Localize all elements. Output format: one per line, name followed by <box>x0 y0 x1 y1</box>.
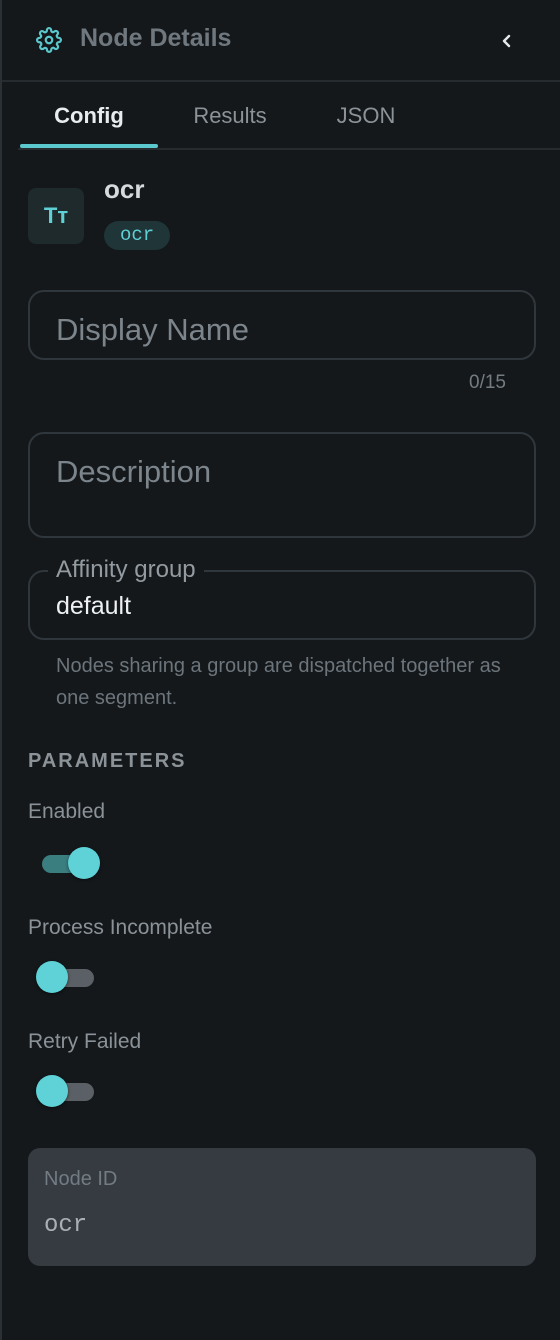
node-id-label: Node ID <box>44 1168 118 1190</box>
display-name-placeholder: Display Name <box>56 312 249 347</box>
chevron-left-icon <box>502 34 511 48</box>
tab-results[interactable]: Results <box>168 84 292 148</box>
tab-json[interactable]: JSON <box>306 84 426 148</box>
node-type-badge: ocr <box>104 221 171 250</box>
param-label-retry-failed: Retry Failed <box>28 1030 142 1053</box>
node-id-value: ocr <box>44 1212 88 1239</box>
param-label-enabled: Enabled <box>28 800 106 823</box>
description-placeholder: Description <box>56 454 212 489</box>
toggle-thumb <box>36 1075 68 1107</box>
node-name: ocr <box>104 174 145 204</box>
toggle-thumb <box>68 847 100 879</box>
gear-icon <box>36 27 62 53</box>
toggle-thumb <box>36 961 68 993</box>
enabled-toggle[interactable] <box>36 846 100 882</box>
collapse-button[interactable] <box>492 26 522 56</box>
text-type-icon: Tт <box>28 188 84 244</box>
param-label-process-incomplete: Process Incomplete <box>28 916 213 939</box>
display-name-field[interactable]: Display Name <box>28 290 536 360</box>
affinity-group-helper: Nodes sharing a group are dispatched tog… <box>56 655 501 709</box>
affinity-group-label: Affinity group <box>48 556 204 584</box>
panel-header: Node Details <box>2 0 560 82</box>
retry-failed-toggle[interactable] <box>36 1074 100 1110</box>
description-field[interactable]: Description <box>28 432 536 538</box>
display-name-counter: 0/15 <box>469 372 506 393</box>
tab-bar: Config Results JSON <box>18 84 560 150</box>
affinity-group-value: default <box>56 592 132 620</box>
tab-config[interactable]: Config <box>18 84 160 148</box>
active-tab-indicator <box>20 144 158 148</box>
process-incomplete-toggle[interactable] <box>36 960 100 996</box>
node-details-panel: Node Details Config Results JSON Tт ocr … <box>0 0 560 1340</box>
panel-title: Node Details <box>80 24 232 52</box>
parameters-heading: PARAMETERS <box>28 750 187 772</box>
affinity-group-field[interactable]: Affinity group default <box>28 556 536 640</box>
node-id-box: Node ID ocr <box>28 1148 536 1266</box>
